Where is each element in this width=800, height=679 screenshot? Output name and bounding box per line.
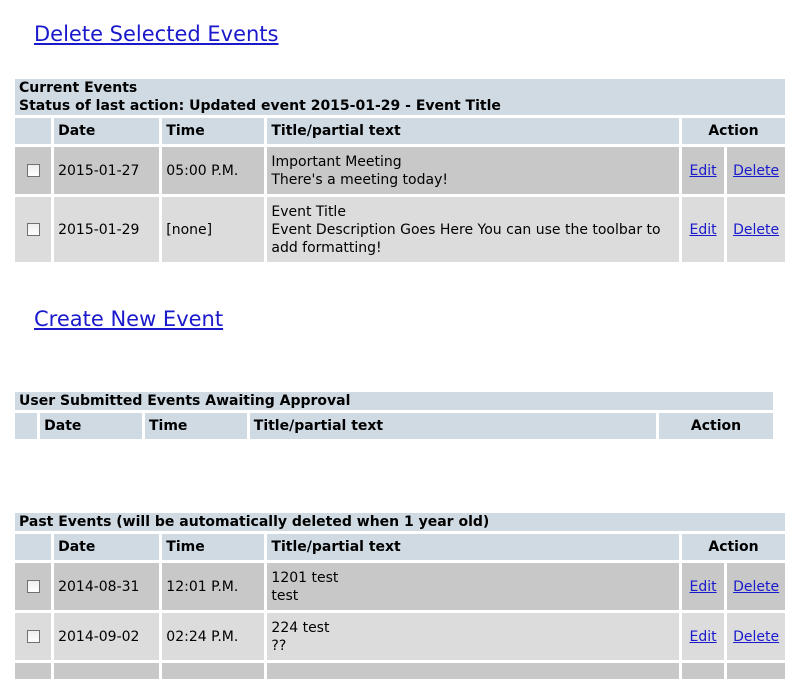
delete-cell: Delete bbox=[727, 147, 785, 194]
event-time bbox=[162, 663, 265, 679]
header-action: Action bbox=[681, 534, 785, 560]
current-events-title: Current Events bbox=[19, 80, 138, 96]
row-select-checkbox[interactable] bbox=[26, 580, 40, 593]
table-row: 2015-01-29 [none] Event Title Event Desc… bbox=[15, 197, 785, 262]
submitted-events-caption: User Submitted Events Awaiting Approval bbox=[15, 392, 773, 410]
event-date: 2014-09-02 bbox=[54, 613, 160, 660]
edit-cell bbox=[681, 663, 725, 679]
event-time: [none] bbox=[162, 197, 265, 262]
header-date: Date bbox=[54, 118, 160, 144]
event-time: 05:00 P.M. bbox=[162, 147, 265, 194]
delete-cell: Delete bbox=[727, 197, 785, 262]
past-events-header-row: Date Time Title/partial text Action bbox=[15, 534, 785, 560]
event-title-cell: Event Title Event Description Goes Here … bbox=[267, 197, 679, 262]
row-select-cell bbox=[15, 197, 52, 262]
edit-link[interactable]: Edit bbox=[689, 163, 716, 179]
event-text: There's a meeting today! bbox=[271, 171, 448, 188]
current-events-header-row: Date Time Title/partial text Action bbox=[15, 118, 785, 144]
event-title-cell: 1201 test test bbox=[267, 563, 679, 610]
current-events-table: Current Events Status of last action: Up… bbox=[12, 76, 788, 265]
delete-cell: Delete bbox=[727, 613, 785, 660]
row-select-checkbox[interactable] bbox=[26, 164, 40, 177]
row-select-checkbox[interactable] bbox=[26, 223, 40, 236]
header-action: Action bbox=[681, 118, 785, 144]
edit-link[interactable]: Edit bbox=[689, 222, 716, 238]
past-events-caption: Past Events (will be automatically delet… bbox=[15, 513, 785, 531]
table-row: 2014-08-31 12:01 P.M. 1201 test test Edi… bbox=[15, 563, 785, 610]
events-admin-page: Delete Selected Events Current Events St… bbox=[0, 0, 800, 679]
event-title-cell: 224 test ?? bbox=[267, 613, 679, 660]
row-select-cell bbox=[15, 663, 52, 679]
header-action: Action bbox=[658, 413, 773, 439]
header-checkbox-column bbox=[15, 534, 52, 560]
delete-link[interactable]: Delete bbox=[733, 579, 779, 595]
delete-link[interactable]: Delete bbox=[733, 222, 779, 238]
event-text: Event Description Goes Here You can use … bbox=[271, 221, 661, 256]
event-title: 224 test bbox=[271, 619, 330, 636]
header-checkbox-column bbox=[15, 413, 38, 439]
edit-cell: Edit bbox=[681, 563, 725, 610]
row-select-cell bbox=[15, 563, 52, 610]
table-row bbox=[15, 663, 785, 679]
event-title-cell: Important Meeting There's a meeting toda… bbox=[267, 147, 679, 194]
header-time: Time bbox=[144, 413, 247, 439]
header-title: Title/partial text bbox=[249, 413, 656, 439]
event-date: 2015-01-27 bbox=[54, 147, 160, 194]
event-title: 1201 test bbox=[271, 569, 339, 586]
edit-link[interactable]: Edit bbox=[690, 629, 717, 645]
edit-cell: Edit bbox=[681, 147, 725, 194]
row-select-cell bbox=[15, 147, 52, 194]
header-time: Time bbox=[162, 534, 265, 560]
edit-cell: Edit bbox=[681, 197, 725, 262]
header-checkbox-column bbox=[15, 118, 52, 144]
event-text: test bbox=[271, 587, 299, 604]
delete-link[interactable]: Delete bbox=[733, 629, 779, 645]
delete-cell bbox=[727, 663, 785, 679]
edit-link[interactable]: Edit bbox=[690, 579, 717, 595]
event-time: 12:01 P.M. bbox=[162, 563, 265, 610]
event-time: 02:24 P.M. bbox=[162, 613, 265, 660]
past-events-table: Past Events (will be automatically delet… bbox=[12, 510, 788, 679]
event-title-cell bbox=[267, 663, 679, 679]
header-title: Title/partial text bbox=[267, 534, 679, 560]
row-select-cell bbox=[15, 613, 52, 660]
event-date: 2015-01-29 bbox=[54, 197, 160, 262]
row-select-checkbox[interactable] bbox=[26, 630, 40, 643]
table-row: 2014-09-02 02:24 P.M. 224 test ?? Edit D… bbox=[15, 613, 785, 660]
create-new-event-link[interactable]: Create New Event bbox=[34, 307, 223, 331]
event-title: Event Title bbox=[271, 203, 346, 220]
delete-cell: Delete bbox=[727, 563, 785, 610]
edit-cell: Edit bbox=[681, 613, 725, 660]
header-date: Date bbox=[40, 413, 142, 439]
header-time: Time bbox=[162, 118, 265, 144]
header-title: Title/partial text bbox=[267, 118, 679, 144]
current-events-caption: Current Events Status of last action: Up… bbox=[15, 79, 785, 115]
delete-selected-events-link[interactable]: Delete Selected Events bbox=[34, 22, 278, 46]
event-title: Important Meeting bbox=[271, 153, 402, 170]
header-date: Date bbox=[54, 534, 160, 560]
last-action-status: Status of last action: Updated event 201… bbox=[19, 98, 501, 114]
event-date: 2014-08-31 bbox=[54, 563, 160, 610]
table-row: 2015-01-27 05:00 P.M. Important Meeting … bbox=[15, 147, 785, 194]
submitted-events-table: User Submitted Events Awaiting Approval … bbox=[12, 389, 776, 442]
submitted-events-header-row: Date Time Title/partial text Action bbox=[15, 413, 773, 439]
event-date bbox=[54, 663, 160, 679]
event-text: ?? bbox=[271, 637, 287, 654]
delete-link[interactable]: Delete bbox=[733, 163, 779, 179]
